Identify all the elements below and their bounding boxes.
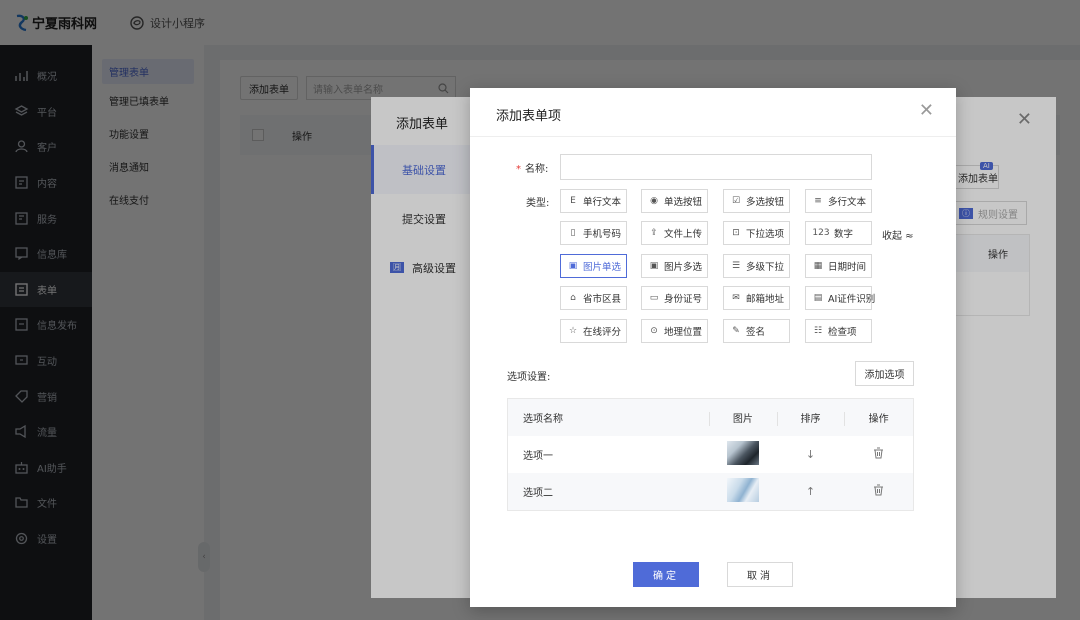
col-operation: 操作: [844, 410, 913, 426]
name-label: * 名称:: [516, 160, 548, 175]
confirm-button[interactable]: 确定: [633, 562, 699, 587]
type-label-text: 图片多选: [664, 262, 703, 273]
delete-icon[interactable]: [844, 447, 913, 462]
option-image[interactable]: [709, 441, 777, 468]
collapse-toggle[interactable]: 收起 ≈: [882, 227, 914, 242]
delete-icon[interactable]: [844, 484, 913, 499]
type-label-text: 单行文本: [583, 197, 622, 208]
building-icon: ⌂: [570, 293, 576, 303]
type-number[interactable]: 123 数字: [805, 221, 872, 245]
type-ai-id-recognition[interactable]: ▤ AI证件识别: [805, 286, 876, 310]
option-image-thumbnail: [726, 478, 759, 502]
image-multi-icon: ▣: [649, 261, 659, 271]
option-name[interactable]: 选项二: [508, 484, 709, 499]
sort-arrow: ↓: [805, 448, 816, 461]
add-form-item-dialog: 添加表单项 ✕ * 名称: 类型: E 单行文本 ◉ 单选按钮 ☑ 多选按钮 ≡ 多行文本…: [470, 88, 956, 607]
type-multi-line-text[interactable]: ≡ 多行文本: [805, 189, 872, 213]
calendar-icon: ▦: [813, 261, 823, 271]
cascade-icon: ☰: [731, 261, 741, 271]
dialog-title: 添加表单项: [496, 109, 562, 124]
type-id-number[interactable]: ▭ 身份证号: [641, 286, 708, 310]
table-row: 选项一 ↓: [508, 436, 913, 473]
type-datetime[interactable]: ▦ 日期时间: [805, 254, 872, 278]
type-label-text: 多级下拉: [746, 262, 785, 273]
type-cascade-dropdown[interactable]: ☰ 多级下拉: [723, 254, 790, 278]
phone-icon: ▯: [570, 228, 576, 238]
type-label-text: 检查项: [828, 327, 857, 338]
type-region[interactable]: ⌂ 省市区县: [560, 286, 627, 310]
name-input[interactable]: [560, 154, 872, 180]
type-phone[interactable]: ▯ 手机号码: [560, 221, 627, 245]
table-row: 选项二 ↑: [508, 473, 913, 510]
checkbox-icon: ☑: [731, 196, 741, 206]
type-rating[interactable]: ☆ 在线评分: [560, 319, 627, 343]
id-card-icon: ▭: [649, 293, 659, 303]
divider: [470, 136, 956, 137]
option-image[interactable]: [709, 478, 777, 505]
type-label-text: 在线评分: [583, 327, 622, 338]
type-label-text: 省市区县: [583, 294, 622, 305]
option-image-thumbnail: [726, 441, 759, 465]
options-table-header: 选项名称 图片 排序 操作: [508, 399, 913, 436]
col-image-label: 图片: [732, 414, 753, 425]
dropdown-icon: ⊡: [732, 228, 740, 238]
type-label-text: 手机号码: [583, 229, 622, 240]
single-line-text-icon: E: [570, 196, 576, 206]
image-single-icon: ▣: [568, 261, 578, 271]
sort-down-icon[interactable]: ↓: [777, 448, 845, 461]
radio-icon: ◉: [650, 196, 658, 206]
type-radio[interactable]: ◉ 单选按钮: [641, 189, 708, 213]
type-label-text: 下拉选项: [746, 229, 785, 240]
sort-up-icon[interactable]: ↑: [777, 485, 845, 498]
type-email[interactable]: ✉ 邮箱地址: [723, 286, 790, 310]
type-signature[interactable]: ✎ 签名: [723, 319, 790, 343]
multi-line-text-icon: ≡: [814, 196, 822, 206]
scan-icon: ▤: [813, 293, 823, 303]
type-checkbox[interactable]: ☑ 多选按钮: [723, 189, 790, 213]
type-label-text: 身份证号: [664, 294, 703, 305]
type-image-single[interactable]: ▣ 图片单选: [560, 254, 627, 278]
type-label-text: 邮箱地址: [746, 294, 785, 305]
type-label-text: 文件上传: [664, 229, 703, 240]
cancel-button[interactable]: 取消: [727, 562, 793, 587]
col-operation-label: 操作: [868, 414, 889, 425]
col-option-name: 选项名称: [523, 414, 563, 425]
add-option-button[interactable]: 添加选项: [855, 361, 914, 386]
checklist-icon: ☷: [813, 326, 823, 336]
type-label-text: AI证件识别: [828, 294, 876, 305]
type-location[interactable]: ⊙ 地理位置: [641, 319, 708, 343]
type-dropdown[interactable]: ⊡ 下拉选项: [723, 221, 790, 245]
col-sort: 排序: [776, 410, 845, 426]
type-label-text: 图片单选: [583, 262, 622, 273]
type-checklist[interactable]: ☷ 检查项: [805, 319, 872, 343]
col-sort-label: 排序: [800, 414, 821, 425]
type-label-text: 日期时间: [828, 262, 867, 273]
pen-icon: ✎: [732, 326, 740, 336]
trash-icon: [874, 447, 884, 459]
trash-icon: [874, 484, 884, 496]
type-label-text: 多行文本: [828, 197, 867, 208]
type-label-text: 数字: [834, 229, 854, 240]
sort-arrow: ↑: [805, 485, 816, 498]
star-icon: ☆: [568, 326, 578, 336]
mail-icon: ✉: [732, 293, 740, 303]
type-label-text: 单选按钮: [664, 197, 703, 208]
type-label-text: 地理位置: [664, 327, 703, 338]
options-settings-label: 选项设置:: [507, 372, 551, 383]
options-table: 选项名称 图片 排序 操作 选项一 ↓ 选项二 ↑: [507, 398, 914, 511]
close-icon[interactable]: ✕: [919, 102, 934, 120]
col-image: 图片: [709, 410, 777, 426]
type-label-text: 多选按钮: [746, 197, 785, 208]
option-name[interactable]: 选项一: [508, 447, 709, 462]
upload-icon: ⇪: [650, 228, 658, 238]
type-file-upload[interactable]: ⇪ 文件上传: [641, 221, 708, 245]
type-image-multi[interactable]: ▣ 图片多选: [641, 254, 708, 278]
location-icon: ⊙: [650, 326, 658, 336]
number-icon: 123: [812, 228, 830, 238]
type-label: 类型:: [526, 198, 550, 209]
type-label-text: 签名: [746, 327, 766, 338]
name-label-text: 名称:: [525, 164, 549, 175]
type-single-line-text[interactable]: E 单行文本: [560, 189, 627, 213]
required-mark: *: [516, 164, 521, 175]
